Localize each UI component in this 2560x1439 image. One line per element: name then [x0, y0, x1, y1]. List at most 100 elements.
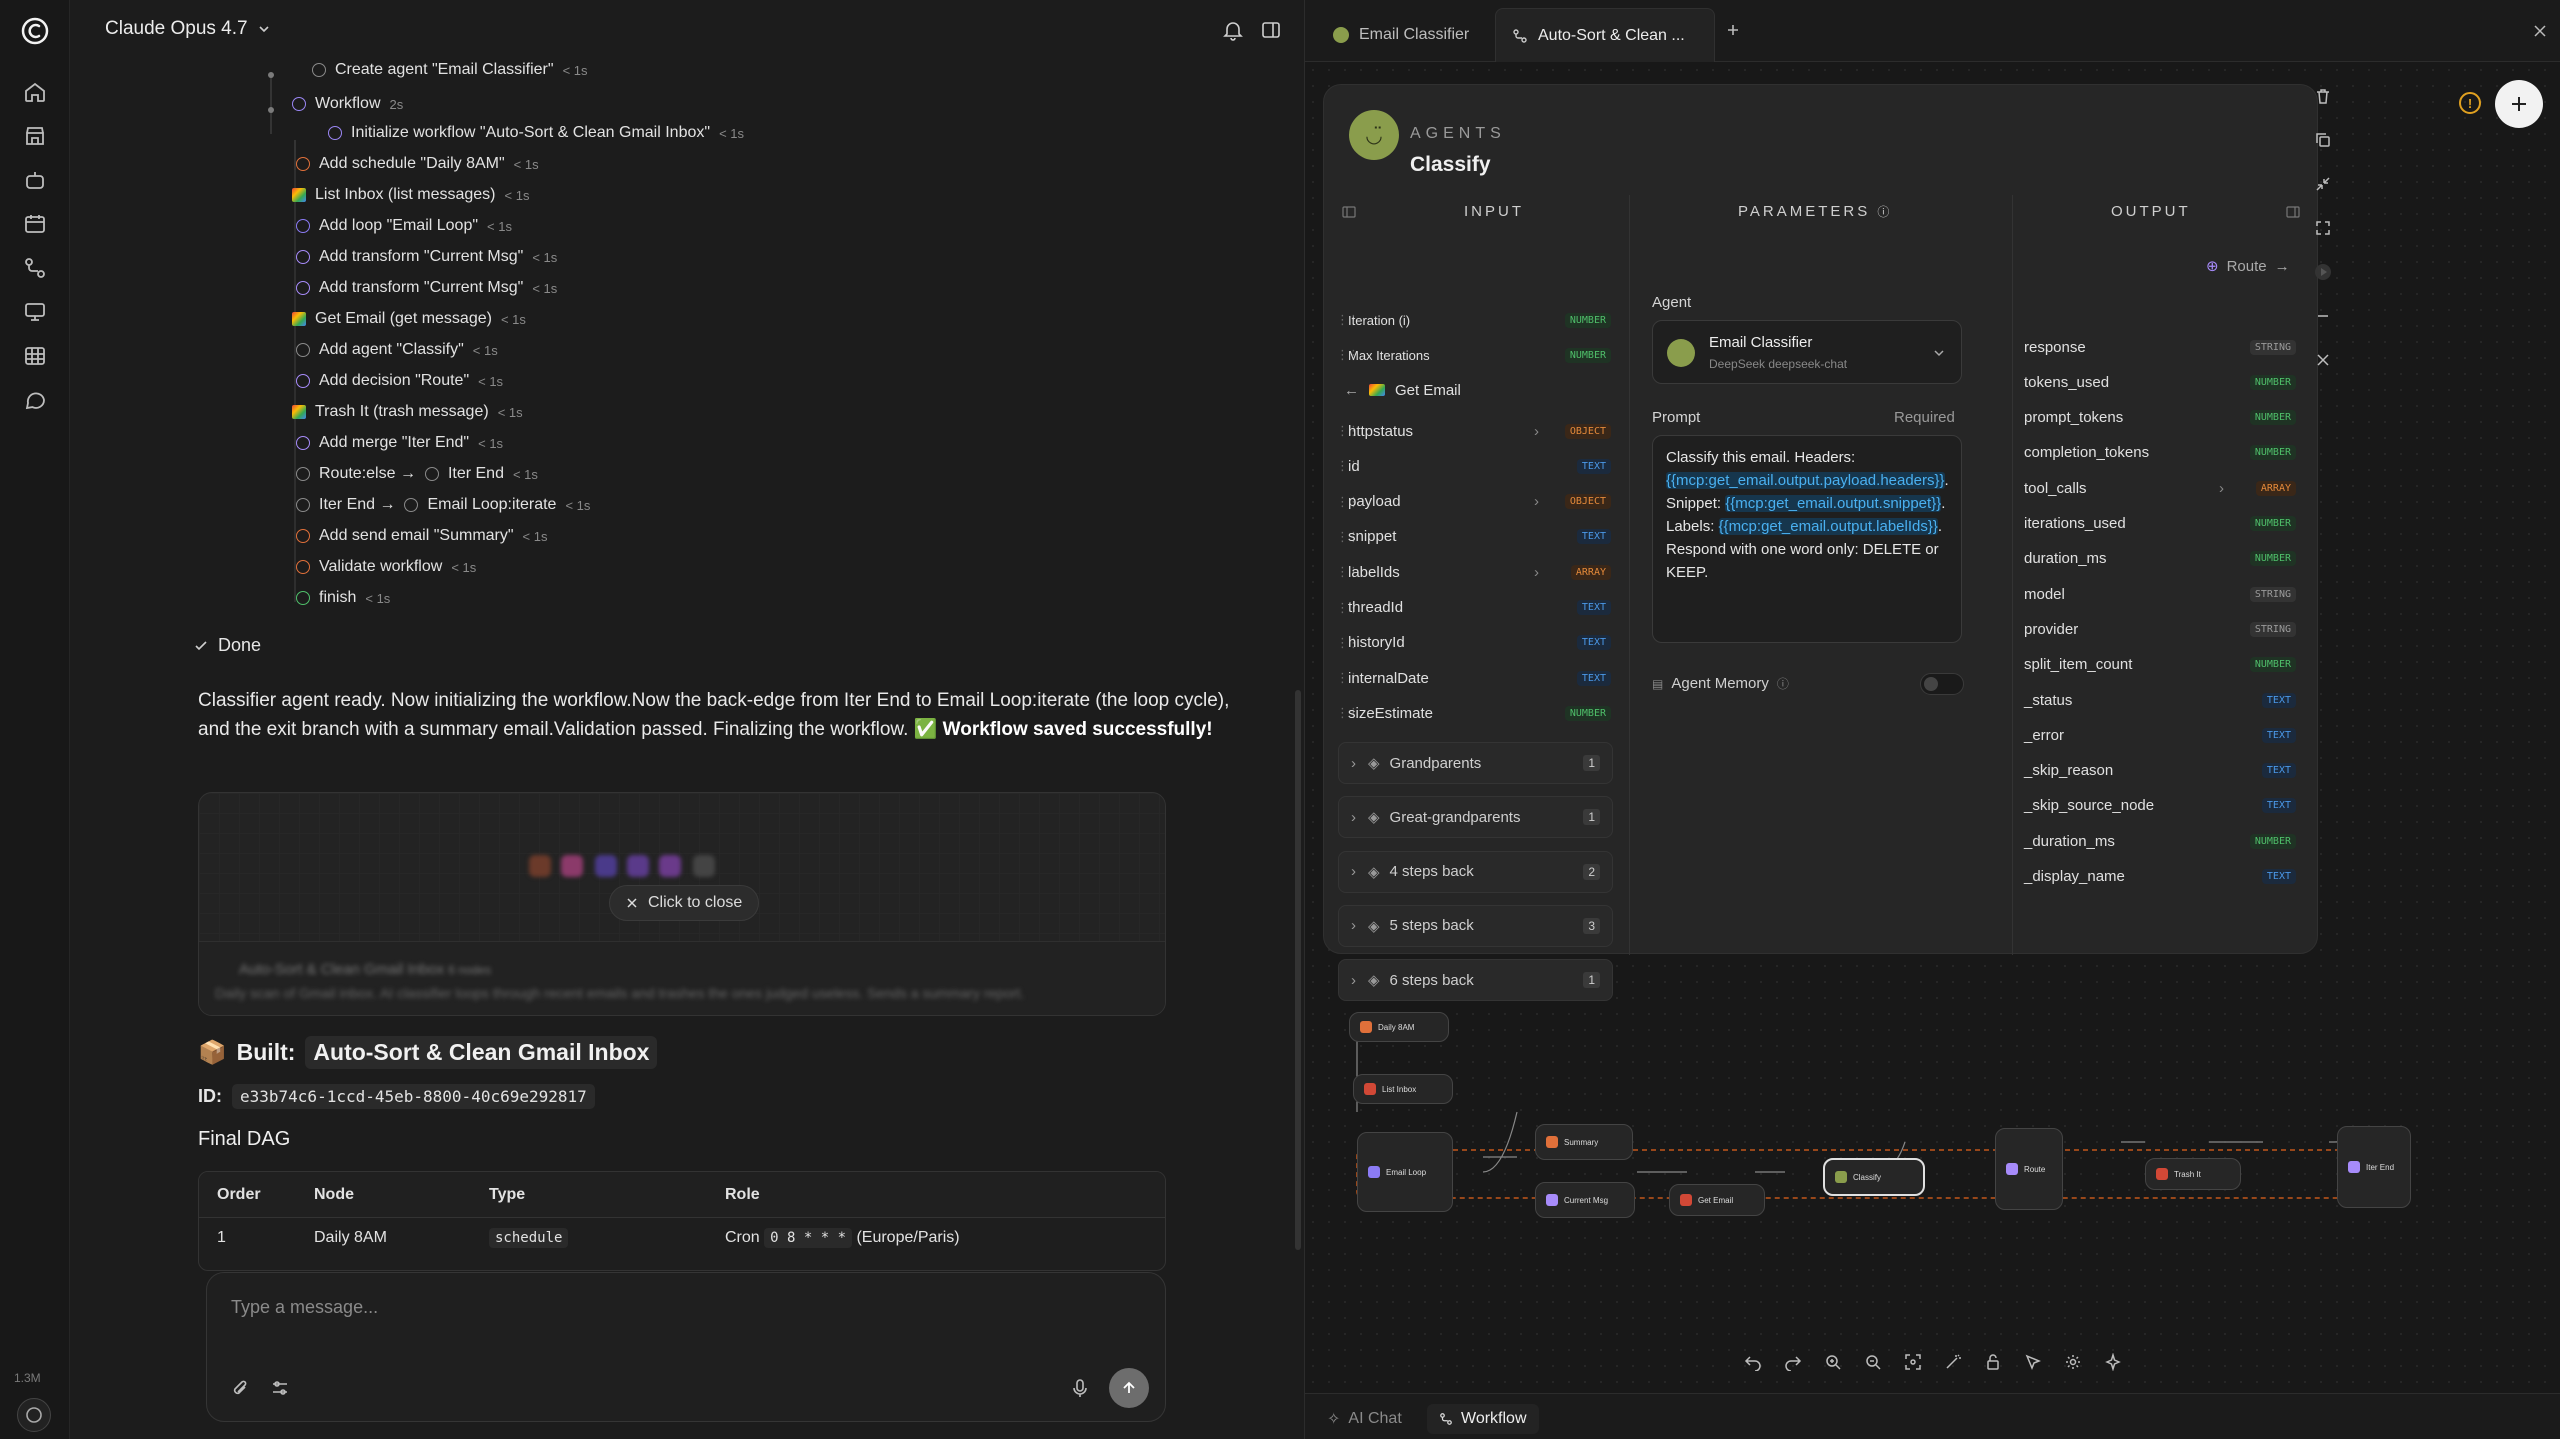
drag-handle-icon[interactable]: ⋮⋮: [1336, 423, 1360, 439]
message-input[interactable]: Type a message...: [231, 1297, 378, 1318]
field-row[interactable]: tokens_used NUMBER: [2024, 367, 2296, 397]
ancestor-group[interactable]: › ◈ 4 steps back 2: [1338, 850, 1613, 893]
field-row[interactable]: _status TEXT: [2024, 685, 2296, 715]
tree-item[interactable]: finish < 1s: [296, 583, 390, 613]
field-row[interactable]: ⋮⋮ Max Iterations NUMBER: [1336, 340, 1611, 370]
graph-node[interactable]: Daily 8AM: [1349, 1012, 1449, 1042]
graph-node[interactable]: Iter End: [2337, 1126, 2411, 1208]
close-preview-button[interactable]: Click to close: [609, 885, 760, 921]
expand-icon[interactable]: [2305, 210, 2341, 246]
monitor-icon[interactable]: [23, 300, 47, 324]
ancestor-group[interactable]: › ◈ Great-grandparents 1: [1338, 796, 1613, 839]
workflow-canvas[interactable]: ◡̈ AGENTS Classify INPUT PARAMETERS ⓘ OU…: [1305, 62, 2560, 1393]
tree-item[interactable]: List Inbox (list messages) < 1s: [292, 180, 529, 210]
trash-icon[interactable]: [2305, 78, 2341, 114]
new-tab-icon[interactable]: [1725, 22, 1743, 40]
workflow-icon[interactable]: [23, 256, 47, 280]
field-row[interactable]: iterations_used NUMBER: [2024, 509, 2296, 539]
model-selector[interactable]: Claude Opus 4.7: [105, 18, 270, 40]
tree-item[interactable]: Add transform "Current Msg" < 1s: [296, 273, 557, 303]
settings-icon[interactable]: [2061, 1350, 2085, 1374]
microphone-icon[interactable]: [1069, 1377, 1091, 1399]
field-row[interactable]: model STRING: [2024, 579, 2296, 609]
drag-handle-icon[interactable]: ⋮⋮: [1336, 705, 1360, 721]
tree-item[interactable]: Get Email (get message) < 1s: [292, 304, 526, 334]
drag-handle-icon[interactable]: ⋮⋮: [1336, 635, 1360, 651]
graph-node[interactable]: Route: [1995, 1128, 2063, 1210]
field-row[interactable]: prompt_tokens NUMBER: [2024, 403, 2296, 433]
paperclip-icon[interactable]: [229, 1377, 251, 1399]
tree-item[interactable]: Validate workflow < 1s: [296, 552, 476, 582]
copy-icon[interactable]: [2305, 122, 2341, 158]
field-row[interactable]: ⋮⋮ historyId TEXT: [1336, 628, 1611, 658]
fit-view-icon[interactable]: [1901, 1350, 1925, 1374]
tree-item[interactable]: Trash It (trash message) < 1s: [292, 397, 523, 427]
home-icon[interactable]: [23, 80, 47, 104]
close-icon[interactable]: [2305, 342, 2341, 378]
chevron-right-icon[interactable]: ›: [1534, 564, 1539, 581]
tab-ai-chat[interactable]: ✧ AI Chat: [1315, 1404, 1414, 1434]
drag-handle-icon[interactable]: ⋮⋮: [1336, 670, 1360, 686]
field-row[interactable]: _duration_ms NUMBER: [2024, 826, 2296, 856]
pointer-icon[interactable]: [2021, 1350, 2045, 1374]
bell-icon[interactable]: [1222, 19, 1244, 41]
field-row[interactable]: ⋮⋮ Iteration (i) NUMBER: [1336, 305, 1611, 335]
tab-workflow[interactable]: Workflow: [1427, 1404, 1539, 1434]
send-button[interactable]: [1109, 1368, 1149, 1408]
source-node-header[interactable]: ← Get Email: [1344, 375, 1461, 405]
zoom-in-icon[interactable]: [1821, 1350, 1845, 1374]
tree-item[interactable]: Add decision "Route" < 1s: [296, 366, 503, 396]
tree-item[interactable]: Add agent "Classify" < 1s: [296, 335, 498, 365]
tree-item[interactable]: Add loop "Email Loop" < 1s: [296, 211, 512, 241]
field-row[interactable]: _skip_source_node TEXT: [2024, 791, 2296, 821]
field-row[interactable]: response STRING: [2024, 332, 2296, 362]
drag-handle-icon[interactable]: ⋮⋮: [1336, 564, 1360, 580]
collapse-icon[interactable]: [2305, 166, 2341, 202]
route-link[interactable]: ⊕ Route →: [2206, 257, 2290, 276]
drag-handle-icon[interactable]: ⋮⋮: [1336, 600, 1360, 616]
redo-icon[interactable]: [1781, 1350, 1805, 1374]
magic-wand-icon[interactable]: [1941, 1350, 1965, 1374]
tab-auto-sort[interactable]: Auto-Sort & Clean ...: [1495, 8, 1715, 62]
tree-item[interactable]: Create agent "Email Classifier" < 1s: [312, 55, 588, 85]
field-row[interactable]: ⋮⋮ id TEXT: [1336, 451, 1611, 481]
app-logo[interactable]: [20, 16, 50, 46]
message-composer[interactable]: Type a message...: [206, 1272, 1166, 1422]
field-row[interactable]: _skip_reason TEXT: [2024, 756, 2296, 786]
drag-handle-icon[interactable]: ⋮⋮: [1336, 494, 1360, 510]
tree-item[interactable]: Add send email "Summary" < 1s: [296, 521, 547, 551]
undo-icon[interactable]: [1741, 1350, 1765, 1374]
play-icon[interactable]: [2305, 254, 2341, 290]
field-row[interactable]: provider STRING: [2024, 614, 2296, 644]
ancestor-group[interactable]: › ◈ 5 steps back 3: [1338, 904, 1613, 947]
chat-icon[interactable]: [23, 388, 47, 412]
workflow-preview[interactable]: Click to close Auto-Sort & Clean Gmail I…: [198, 792, 1166, 1016]
sidebar-toggle-icon[interactable]: [1260, 19, 1282, 41]
graph-node[interactable]: List Inbox: [1353, 1074, 1453, 1104]
tree-item[interactable]: Add schedule "Daily 8AM" < 1s: [296, 149, 539, 179]
tree-item[interactable]: Add transform "Current Msg" < 1s: [296, 242, 557, 272]
close-panel-icon[interactable]: [2533, 24, 2549, 40]
store-icon[interactable]: [23, 124, 47, 148]
graph-node[interactable]: Email Loop: [1357, 1132, 1453, 1212]
lock-icon[interactable]: [1981, 1350, 2005, 1374]
sparkle-icon[interactable]: [2101, 1350, 2125, 1374]
tab-email-classifier[interactable]: Email Classifier: [1317, 8, 1485, 62]
collapse-input-icon[interactable]: [1342, 205, 1356, 219]
tree-item[interactable]: Initialize workflow "Auto-Sort & Clean G…: [328, 118, 744, 148]
drag-handle-icon[interactable]: ⋮⋮: [1336, 529, 1360, 545]
drag-handle-icon[interactable]: ⋮⋮: [1336, 347, 1360, 363]
prompt-textarea[interactable]: Classify this email. Headers: {{mcp:get_…: [1652, 435, 1962, 643]
field-row[interactable]: ⋮⋮ sizeEstimate NUMBER: [1336, 698, 1611, 728]
chevron-right-icon[interactable]: ›: [1534, 493, 1539, 510]
field-row[interactable]: ⋮⋮ threadId TEXT: [1336, 593, 1611, 623]
graph-node[interactable]: Classify: [1823, 1158, 1925, 1196]
chat-scrollbar[interactable]: [1295, 690, 1301, 1250]
graph-node[interactable]: Trash It: [2145, 1158, 2241, 1190]
tree-item[interactable]: Iter End → Email Loop:iterate < 1s: [296, 490, 590, 520]
chevron-right-icon[interactable]: ›: [2219, 480, 2224, 497]
ancestor-group[interactable]: › ◈ Grandparents 1: [1338, 742, 1613, 784]
tree-item[interactable]: Add merge "Iter End" < 1s: [296, 428, 503, 458]
graph-node[interactable]: Current Msg: [1535, 1182, 1635, 1218]
calendar-icon[interactable]: [23, 212, 47, 236]
